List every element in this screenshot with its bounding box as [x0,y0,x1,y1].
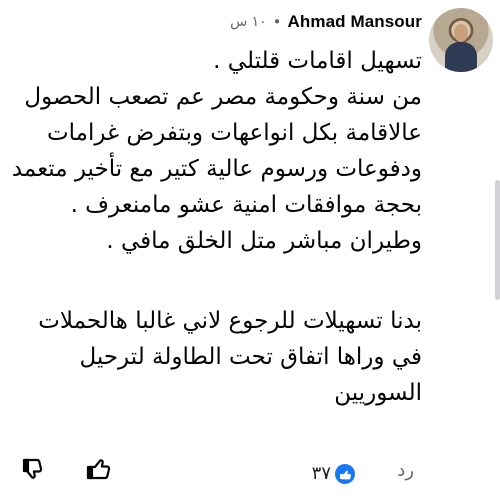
comment-body: تسهيل اقامات قلتلي . من سنة وحكومة مصر ع… [11,43,422,411]
comment-line: من سنة وحكومة مصر عم تصعب الحصول [24,84,422,110]
avatar[interactable] [429,8,493,72]
comment-line: ودفوعات ورسوم عالية كتير مع تأخير متعمد [11,156,422,182]
comment-line: وطيران مباشر متل الخلق مافي . [106,228,422,254]
thumbs-up-icon[interactable] [84,455,112,483]
reaction-summary[interactable]: ٣٧ [312,464,355,484]
comment-line: في وراها اتفاق تحت الطاولة لترحيل [79,344,422,370]
reply-button[interactable]: رد [397,460,414,481]
comment-line: السوريين [334,380,422,406]
author-name[interactable]: Ahmad Mansour [288,12,422,32]
comment-line: عالاقامة بكل انواعهات وبتفرض غرامات [47,120,422,146]
avatar-face [454,24,468,42]
comment-screen: Ahmad Mansour • ١٠ س تسهيل اقامات قلتلي … [0,0,500,500]
comment-header: Ahmad Mansour • ١٠ س [152,10,422,34]
comment-line: بدنا تسهيلات للرجوع لاني غالبا هالحملات [38,308,422,334]
thumbs-down-icon[interactable] [20,455,48,483]
avatar-person [445,42,477,72]
reaction-count: ٣٧ [311,463,331,484]
separator-dot: • [272,12,282,31]
blue-like-reaction-icon [335,464,355,484]
comment-time[interactable]: ١٠ س [230,14,267,30]
comment-line: بحجة موافقات امنية عشو مامنعرف . [70,192,422,218]
comment-actions: ٣٧ رد [0,442,500,500]
comment-line: تسهيل اقامات قلتلي . [213,48,422,74]
scrollbar[interactable] [495,180,500,300]
comment-line-spacer [47,259,422,303]
